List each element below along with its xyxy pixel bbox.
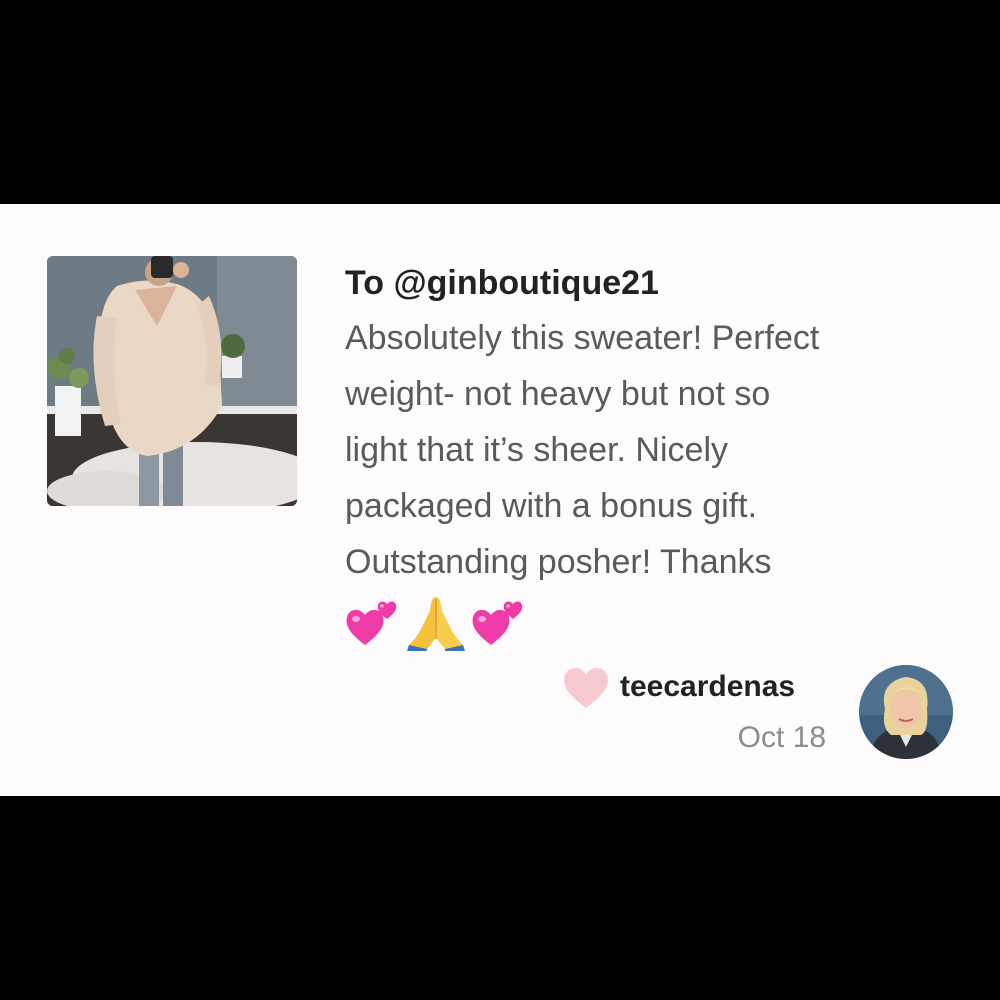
two-hearts-icon — [472, 601, 523, 645]
folded-hands-icon — [407, 597, 465, 651]
love-note-card: To @ginboutique21 Absolutely this sweate… — [0, 204, 1000, 796]
note-body: To @ginboutique21 Absolutely this sweate… — [345, 262, 965, 652]
sweater-photo-image — [47, 256, 297, 506]
author-avatar-image — [859, 665, 953, 759]
note-date: Oct 18 — [737, 721, 826, 754]
screenshot-frame: To @ginboutique21 Absolutely this sweate… — [0, 0, 1000, 1000]
listing-photo[interactable] — [47, 256, 297, 506]
two-hearts-icon — [346, 601, 397, 645]
heart-icon[interactable] — [562, 666, 610, 710]
note-message: Absolutely this sweater! Perfect weight-… — [345, 319, 820, 581]
emoji-row — [345, 592, 965, 652]
note-author: teecardenas Oct 18 — [560, 664, 960, 764]
author-username[interactable]: teecardenas — [620, 667, 795, 707]
avatar[interactable] — [859, 665, 953, 759]
note-recipient[interactable]: To @ginboutique21 — [345, 262, 965, 304]
